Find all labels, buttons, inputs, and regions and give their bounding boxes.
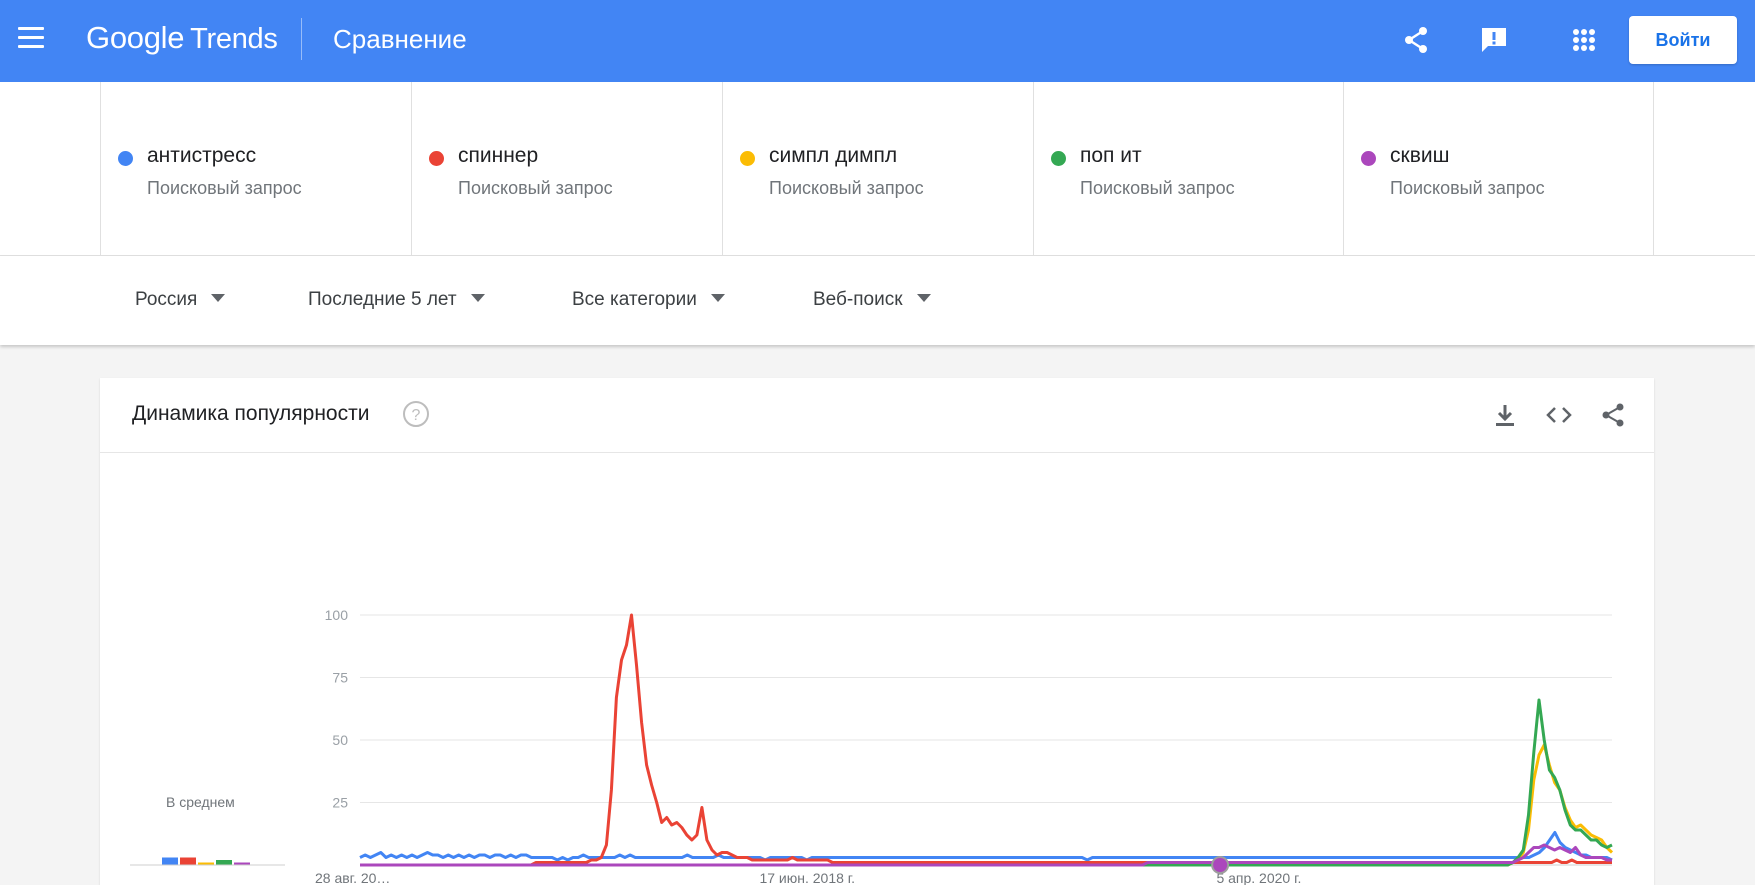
period-dropdown[interactable]: Последние 5 лет: [308, 289, 485, 311]
y-tick-label: 25: [332, 795, 348, 811]
share-icon[interactable]: [1398, 22, 1434, 58]
menu-icon[interactable]: [18, 27, 50, 55]
term-name: поп ит: [1080, 144, 1142, 167]
search-type-dropdown[interactable]: Веб-поиск: [813, 289, 931, 311]
term-card[interactable]: спиннер Поисковый запрос: [411, 82, 722, 256]
apps-grid-icon[interactable]: [1566, 22, 1602, 58]
term-name: спиннер: [458, 144, 539, 167]
series-line: [360, 698, 1613, 867]
card-title: Динамика популярности: [132, 402, 370, 425]
term-type: Поисковый запрос: [1080, 178, 1235, 198]
page-title: Сравнение: [333, 24, 467, 54]
dropdown-arrow-icon: [710, 293, 725, 302]
average-bar: [216, 860, 232, 865]
period-value: Последние 5 лет: [308, 289, 457, 310]
term-type: Поисковый запрос: [458, 178, 613, 198]
series-line: [359, 831, 1613, 862]
dropdown-arrow-icon: [211, 293, 226, 302]
category-value: Все категории: [572, 289, 697, 310]
y-tick-label: 100: [325, 607, 349, 623]
header-divider: [301, 18, 302, 60]
top-app-bar: Google Trends Сравнение Войти: [0, 0, 1755, 82]
logo-google-text: Google: [86, 20, 185, 55]
series-color-dot: [118, 151, 133, 166]
term-card[interactable]: поп ит Поисковый запрос: [1033, 82, 1344, 256]
search-terms-panel: антистресс Поисковый запрос спиннер Поис…: [0, 82, 1755, 256]
x-tick-label: 5 апр. 2020 г.: [1216, 870, 1301, 885]
term-name: антистресс: [147, 144, 257, 167]
series-color-dot: [740, 151, 755, 166]
dropdown-arrow-icon: [470, 293, 485, 302]
line-chart[interactable]: 100 75 50 25 28 авг. 20… 17 июн. 2018 г. 5 апр…: [100, 453, 1654, 885]
term-type: Поисковый запрос: [769, 178, 924, 198]
region-dropdown[interactable]: Россия: [135, 289, 226, 311]
term-card[interactable]: сквиш Поисковый запрос: [1343, 82, 1654, 256]
interest-over-time-card: Динамика популярности ? В среднем 100 75 5…: [100, 378, 1654, 885]
embed-code-icon[interactable]: [1543, 399, 1575, 431]
series-color-dot: [429, 151, 444, 166]
average-bar: [162, 857, 178, 865]
card-header: Динамика популярности ?: [100, 378, 1654, 453]
term-type: Поисковый запрос: [147, 178, 302, 198]
filters-bar: Россия Последние 5 лет Все категории Веб…: [0, 256, 1755, 345]
google-trends-logo[interactable]: Google Trends: [86, 20, 278, 56]
share-chart-icon[interactable]: [1597, 399, 1629, 431]
series-color-dot: [1361, 151, 1376, 166]
logo-trends-text: Trends: [190, 23, 278, 55]
annotation-marker: [1211, 856, 1230, 874]
term-card[interactable]: симпл димпл Поисковый запрос: [722, 82, 1033, 256]
y-tick-label: 50: [332, 732, 348, 748]
term-type: Поисковый запрос: [1390, 178, 1545, 198]
term-name: сквиш: [1390, 144, 1450, 167]
y-tick-label: 75: [332, 670, 348, 686]
dropdown-arrow-icon: [916, 293, 931, 302]
svg-text:?: ?: [412, 407, 421, 424]
term-card[interactable]: антистресс Поисковый запрос: [100, 82, 411, 256]
term-name: симпл димпл: [769, 144, 898, 167]
help-icon[interactable]: ?: [402, 400, 430, 428]
x-tick-label: 17 июн. 2018 г.: [759, 870, 855, 885]
login-button[interactable]: Войти: [1629, 16, 1737, 64]
feedback-icon[interactable]: [1476, 22, 1512, 58]
search-type-value: Веб-поиск: [813, 289, 903, 310]
average-bar: [180, 857, 196, 865]
series-color-dot: [1051, 151, 1066, 166]
download-icon[interactable]: [1489, 399, 1521, 431]
series-line: [360, 743, 1614, 867]
x-tick-label: 28 авг. 20…: [315, 870, 390, 885]
category-dropdown[interactable]: Все категории: [572, 289, 725, 311]
region-value: Россия: [135, 289, 198, 310]
